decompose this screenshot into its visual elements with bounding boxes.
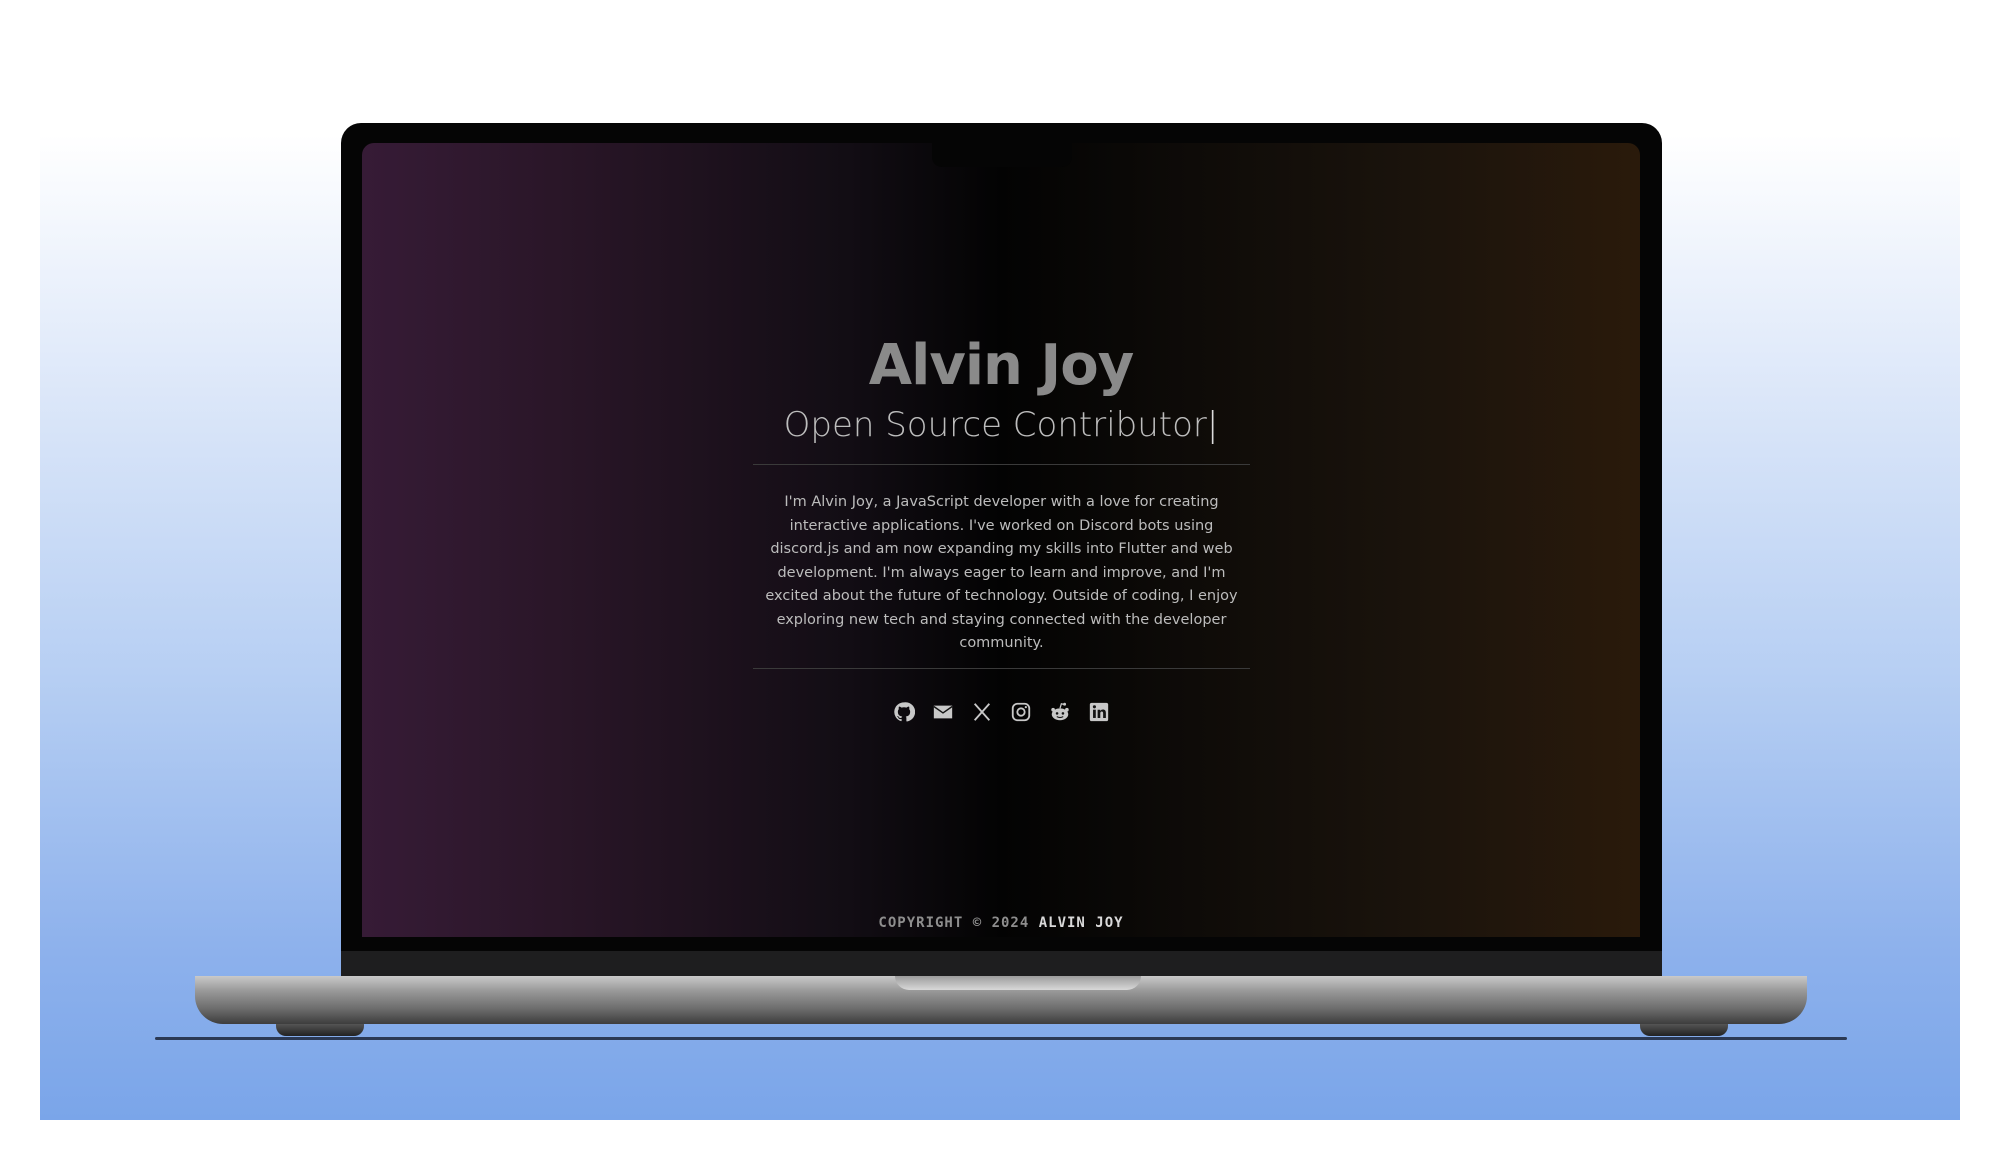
- divider-top: [753, 464, 1250, 465]
- profile-role: Open Source Contributor|: [362, 405, 1640, 445]
- instagram-link[interactable]: [1008, 699, 1033, 724]
- copyright-footer: COPYRIGHT © 2024 ALVIN JOY: [362, 915, 1640, 931]
- x-icon: [973, 702, 990, 721]
- profile-bio: I'm Alvin Joy, a JavaScript developer wi…: [765, 494, 1238, 651]
- x-link[interactable]: [969, 699, 994, 724]
- profile-name: Alvin Joy: [868, 333, 1134, 398]
- copyright-owner: ALVIN JOY: [1038, 915, 1124, 931]
- typing-cursor: |: [1206, 405, 1219, 445]
- reddit-link[interactable]: [1047, 699, 1072, 724]
- email-icon: [932, 705, 953, 718]
- laptop-lid: Alvin Joy Open Source Contributor| I'm A…: [341, 123, 1662, 977]
- divider-bottom: [753, 668, 1250, 669]
- laptop-base: [195, 976, 1807, 1024]
- laptop-screen: Alvin Joy Open Source Contributor| I'm A…: [362, 143, 1640, 937]
- instagram-icon: [1011, 702, 1030, 721]
- email-link[interactable]: [930, 699, 955, 724]
- github-link[interactable]: [891, 699, 916, 724]
- base-opening-notch: [895, 976, 1141, 990]
- linkedin-icon: [1089, 702, 1108, 721]
- copyright-text: COPYRIGHT © 2024: [878, 915, 1030, 931]
- portfolio-page: Alvin Joy Open Source Contributor| I'm A…: [362, 143, 1640, 937]
- social-links: [362, 699, 1640, 724]
- laptop-shadow: [155, 1037, 1847, 1040]
- laptop-foot-left: [276, 1024, 364, 1036]
- role-text: Open Source Contributor: [783, 405, 1207, 445]
- linkedin-link[interactable]: [1086, 699, 1111, 724]
- laptop-foot-right: [1640, 1024, 1728, 1036]
- lid-chin: [341, 951, 1662, 977]
- reddit-icon: [1050, 702, 1069, 720]
- github-icon: [893, 701, 915, 721]
